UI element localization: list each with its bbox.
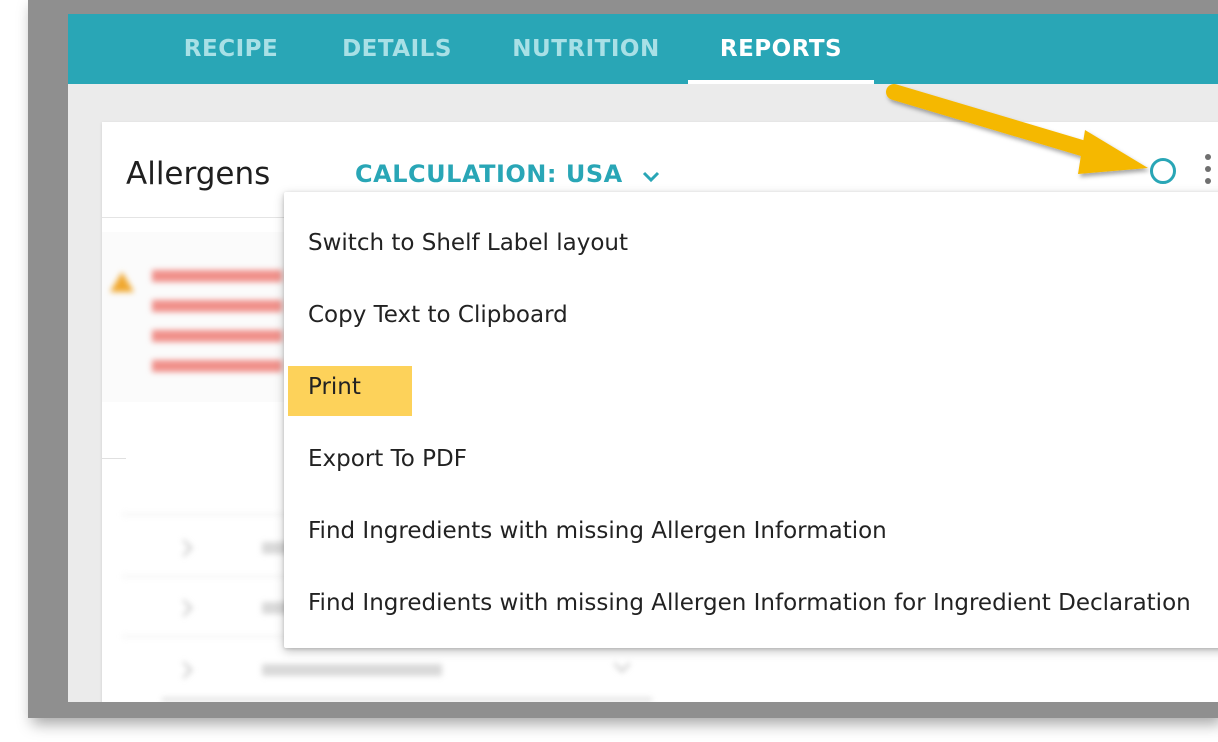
calculation-dropdown[interactable]: CALCULATION: USA bbox=[355, 160, 660, 189]
calculation-label: CALCULATION: USA bbox=[355, 160, 623, 188]
tab-reports[interactable]: REPORTS bbox=[688, 14, 874, 84]
active-tab-indicator bbox=[688, 80, 874, 84]
annotation-arrow-icon bbox=[886, 84, 1148, 174]
menu-item-copy-text[interactable]: Copy Text to Clipboard bbox=[284, 280, 1218, 352]
more-vert-icon[interactable] bbox=[1198, 152, 1218, 188]
tab-recipe[interactable]: RECIPE bbox=[158, 14, 304, 84]
menu-item-switch-shelf-label[interactable]: Switch to Shelf Label layout bbox=[284, 208, 1218, 280]
menu-item-export-pdf[interactable]: Export To PDF bbox=[284, 424, 1218, 496]
warning-icon bbox=[110, 272, 134, 292]
report-actions-menu: Switch to Shelf Label layout Copy Text t… bbox=[284, 192, 1218, 648]
tab-details[interactable]: DETAILS bbox=[326, 14, 468, 84]
menu-item-find-missing-allergen[interactable]: Find Ingredients with missing Allergen I… bbox=[284, 496, 1218, 568]
warning-text-lines bbox=[152, 270, 282, 390]
row-divider bbox=[102, 458, 126, 459]
menu-item-find-missing-allergen-declaration[interactable]: Find Ingredients with missing Allergen I… bbox=[284, 568, 1218, 640]
chevron-down-icon bbox=[642, 161, 660, 189]
menu-item-print[interactable]: Print bbox=[284, 352, 1218, 424]
tab-nutrition[interactable]: NUTRITION bbox=[498, 14, 674, 84]
